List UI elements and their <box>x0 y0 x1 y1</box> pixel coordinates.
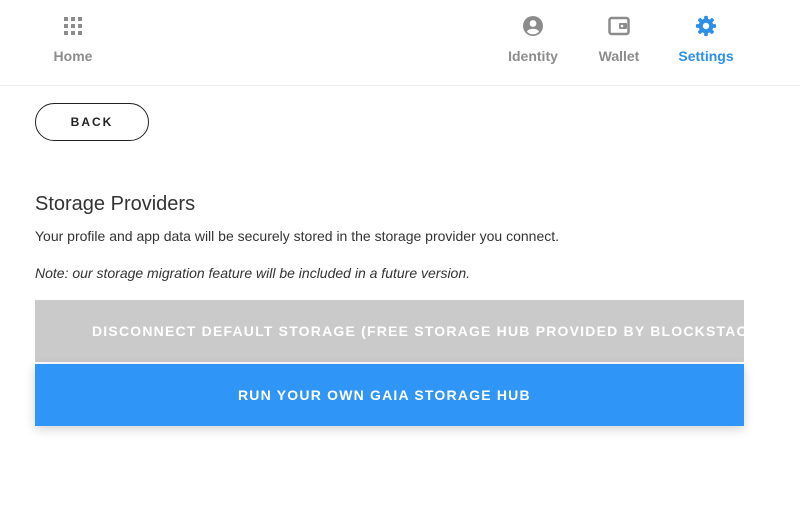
run-gaia-hub-button[interactable]: RUN YOUR OWN GAIA STORAGE HUB <box>35 364 744 426</box>
run-gaia-hub-label: RUN YOUR OWN GAIA STORAGE HUB <box>238 387 531 403</box>
nav-settings-label: Settings <box>678 48 734 64</box>
disconnect-storage-label: DISCONNECT DEFAULT STORAGE (FREE STORAGE… <box>92 323 744 339</box>
nav-settings[interactable]: Settings <box>676 14 736 64</box>
grid-icon <box>61 14 85 38</box>
storage-description: Your profile and app data will be secure… <box>35 228 560 244</box>
nav-identity-label: Identity <box>508 48 558 64</box>
nav-home-label: Home <box>53 48 93 64</box>
nav-home[interactable]: Home <box>53 14 93 64</box>
storage-note: Note: our storage migration feature will… <box>35 265 471 281</box>
gear-icon <box>694 14 718 38</box>
back-button[interactable]: BACK <box>35 103 149 141</box>
section-title: Storage Providers <box>35 193 196 215</box>
user-circle-icon <box>521 14 545 38</box>
nav-identity[interactable]: Identity <box>505 14 561 64</box>
nav-wallet[interactable]: Wallet <box>596 14 642 64</box>
top-nav-bar: Home Identity Wallet Settings <box>0 0 800 86</box>
disconnect-storage-button[interactable]: DISCONNECT DEFAULT STORAGE (FREE STORAGE… <box>35 300 744 362</box>
nav-wallet-label: Wallet <box>598 48 640 64</box>
wallet-icon <box>607 14 631 38</box>
